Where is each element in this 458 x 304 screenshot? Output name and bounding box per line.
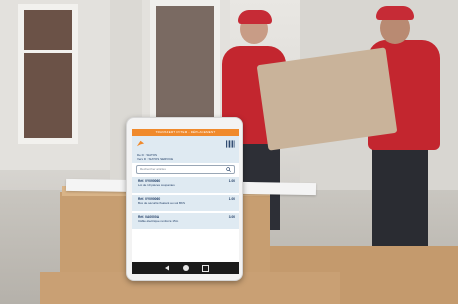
- home-circle-icon[interactable]: [183, 265, 189, 271]
- tablet: TRANSFERT D'ITEM - DÉPLACEMENT De D : SI…: [126, 117, 243, 281]
- item-description: Câble électrique renforcé 15m: [138, 219, 179, 223]
- app-logo-icon: [136, 140, 145, 147]
- search-icon[interactable]: [226, 167, 231, 172]
- item-description: Box de sécurité floatant au sol BKS: [138, 201, 186, 205]
- list-item[interactable]: Réf. 0A0000A Câble électrique renforcé 1…: [132, 213, 239, 229]
- recent-square-icon[interactable]: [202, 265, 209, 272]
- android-navigation-bar: [132, 262, 239, 274]
- back-triangle-icon[interactable]: [164, 265, 170, 271]
- building-window: [18, 4, 78, 144]
- info-bar: [132, 136, 239, 153]
- tablet-screen: TRANSFERT D'ITEM - DÉPLACEMENT De D : SI…: [132, 129, 239, 274]
- building-window: [150, 0, 220, 125]
- item-quantity: 3.00: [228, 215, 235, 219]
- worker-cap: [238, 10, 272, 24]
- destination-location: Vers D : SIATOS SERVICE: [137, 157, 174, 161]
- search-placeholder: Rechercher articles: [140, 167, 166, 171]
- photo-background: TRANSFERT D'ITEM - DÉPLACEMENT De D : SI…: [0, 0, 458, 304]
- list-item[interactable]: Réf. 0Y090060 Lot de 10 pièces coupantes…: [132, 177, 239, 193]
- app-header-title: TRANSFERT D'ITEM - DÉPLACEMENT: [132, 129, 239, 136]
- worker-legs: [372, 148, 428, 248]
- carried-box: [256, 47, 398, 151]
- search-input[interactable]: Rechercher articles: [136, 165, 235, 174]
- list-item[interactable]: Réf. 0Y090060 Box de sécurité floatant a…: [132, 195, 239, 211]
- item-description: Lot de 10 pièces coupantes: [138, 183, 175, 187]
- barcode-icon[interactable]: [226, 140, 235, 148]
- worker-cap: [376, 6, 414, 20]
- transfer-info: De D : SIATOS Vers D : SIATOS SERVICE: [132, 153, 239, 163]
- item-quantity: 1.00: [228, 179, 235, 183]
- item-quantity: 1.00: [228, 197, 235, 201]
